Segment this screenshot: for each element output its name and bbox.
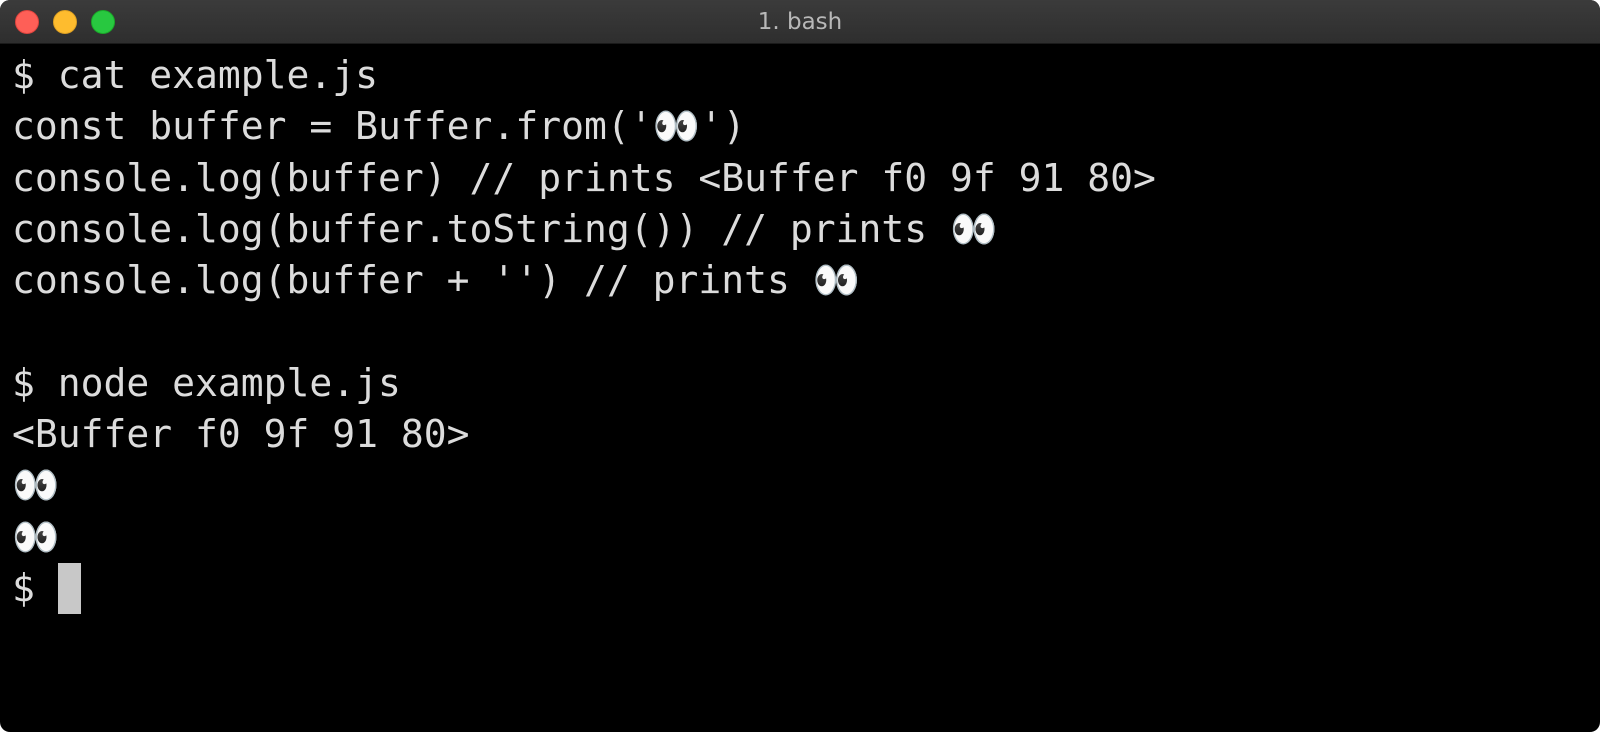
terminal-line: console.log(buffer + '') // prints 👀 <box>12 258 861 303</box>
terminal-line: $ cat example.js <box>12 53 379 97</box>
terminal-cursor <box>57 563 81 615</box>
window-title: 1. bash <box>757 9 843 35</box>
current-prompt-line[interactable]: $ <box>12 563 1588 615</box>
terminal-output[interactable]: $ cat example.js const buffer = Buffer.f… <box>12 50 1588 732</box>
title-bar: 1. bash <box>0 0 1600 44</box>
terminal-window: 1. bash $ cat example.js const buffer = … <box>0 0 1600 732</box>
prompt-symbol: $ <box>12 565 58 610</box>
terminal-line: $ node example.js <box>12 360 401 405</box>
terminal-line: console.log(buffer) // prints <Buffer f0… <box>12 155 1156 200</box>
terminal-line: console.log(buffer.toString()) // prints… <box>12 206 998 251</box>
terminal-line: const buffer = Buffer.from('👀') <box>12 104 746 149</box>
terminal-line: 👀 <box>12 514 60 559</box>
terminal-line: 👀 <box>12 463 60 508</box>
terminal-line: <Buffer f0 9f 91 80> <box>12 412 470 457</box>
